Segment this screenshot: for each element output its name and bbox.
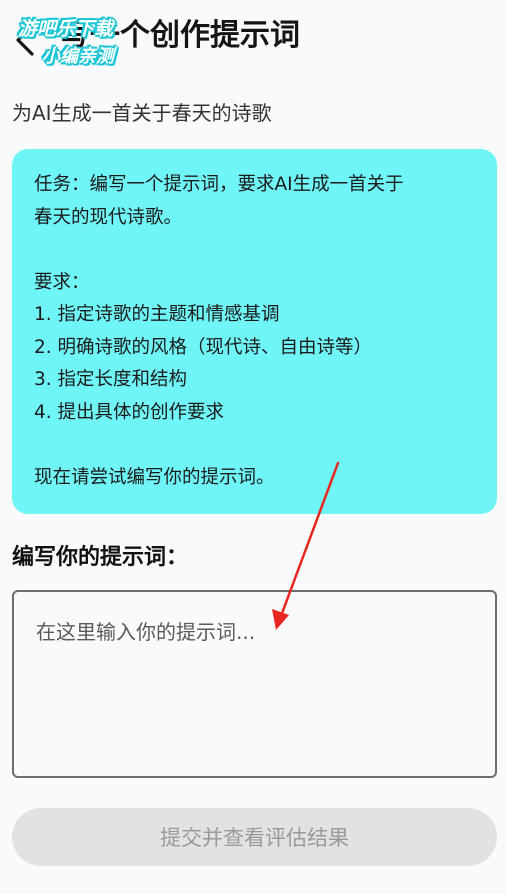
submit-button[interactable]: 提交并查看评估结果 — [12, 808, 497, 866]
task-line — [34, 429, 475, 462]
page-title: 写一个创作提示词 — [60, 18, 300, 53]
page-subtitle: 为AI生成一首关于春天的诗歌 — [12, 101, 272, 125]
task-line: 4. 提出具体的创作要求 — [34, 401, 225, 423]
header-bar: 写一个创作提示词 游吧乐下载 小编亲测 — [0, 0, 506, 80]
prompt-section-label: 编写你的提示词： — [12, 545, 189, 570]
task-line: 3. 指定长度和结构 — [34, 369, 188, 390]
task-line: 1. 指定诗歌的主题和情感基调 — [34, 304, 280, 325]
task-line: 春天的现代诗歌。 — [34, 206, 183, 228]
task-card: 任务：编写一个提示词，要求AI生成一首关于 春天的现代诗歌。 要求： 1. 指定… — [12, 149, 497, 514]
chevron-left-icon — [16, 24, 34, 56]
back-button[interactable] — [8, 20, 42, 60]
prompt-input[interactable] — [12, 590, 497, 778]
task-line: 现在请尝试编写你的提示词。 — [34, 466, 275, 488]
task-line: 要求： — [34, 271, 90, 293]
task-line: 2. 明确诗歌的风格（现代诗、自由诗等） — [34, 336, 373, 358]
task-line — [34, 234, 475, 267]
task-line: 任务：编写一个提示词，要求AI生成一首关于 — [34, 174, 404, 195]
